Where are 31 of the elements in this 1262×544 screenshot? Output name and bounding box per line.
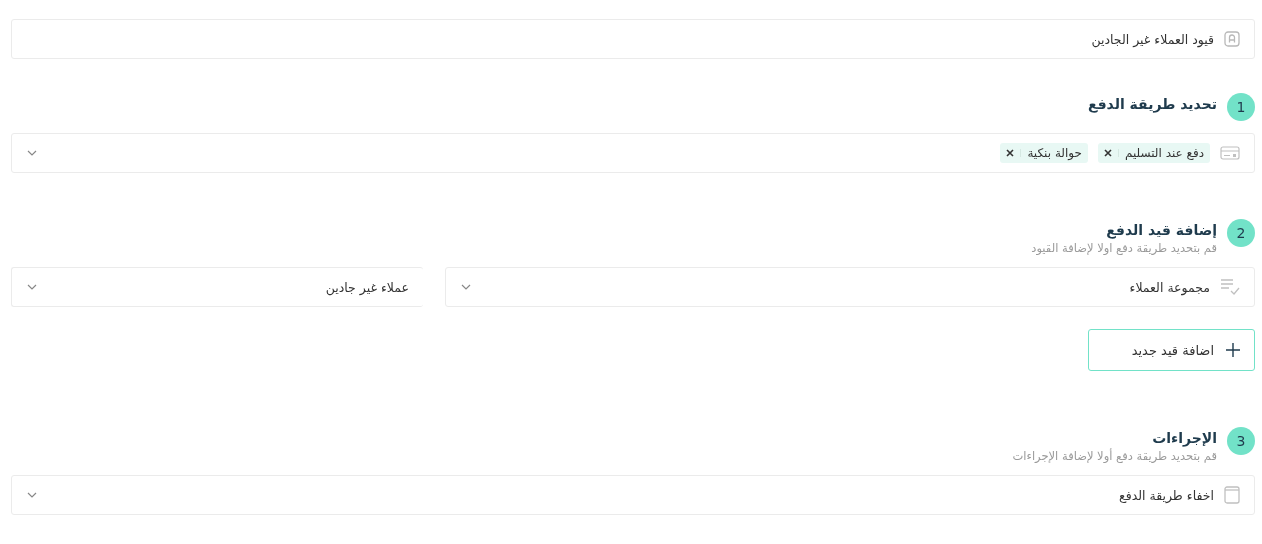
card-icon [1220, 146, 1240, 160]
field-value: قيود العملاء غير الجادين [1091, 31, 1214, 47]
action-select[interactable]: اخفاء طريقة الدفع [11, 475, 1255, 515]
tag-label: دفع عند التسليم [1124, 146, 1204, 160]
section-title: إضافة قيد الدفع [1105, 222, 1217, 238]
select-value: مجموعة العملاء [1129, 279, 1210, 295]
text-field-icon [1224, 31, 1240, 47]
plus-icon [1226, 343, 1240, 357]
select-value: اخفاء طريقة الدفع [1119, 487, 1214, 503]
select-value: عملاء غير جادين [325, 279, 409, 295]
remove-icon[interactable] [1103, 149, 1119, 157]
step-number: 2 [1227, 219, 1255, 247]
checkbox-icon [1224, 486, 1240, 504]
section-hint: قم بتحديد طريقة دفع اولا لإضافة القيود [1031, 241, 1217, 255]
chevron-down-icon [461, 284, 471, 290]
condition-value-select[interactable]: عملاء غير جادين [11, 267, 423, 307]
payment-method-select[interactable]: دفع عند التسليم حوالة بنكية [11, 133, 1255, 173]
condition-field-select[interactable]: مجموعة العملاء [445, 267, 1255, 307]
checklist-icon [1220, 278, 1240, 296]
add-constraint-button[interactable]: اضافة قيد جديد [1088, 329, 1255, 371]
section-title: الإجراءات [1151, 430, 1217, 446]
section-hint: قم بتحديد طريقة دفع أولا لإضافة الإجراءات [1012, 449, 1217, 463]
chevron-down-icon [27, 150, 37, 156]
name-field[interactable]: قيود العملاء غير الجادين [11, 19, 1255, 59]
chevron-down-icon [27, 492, 37, 498]
remove-icon[interactable] [1006, 149, 1022, 157]
chevron-down-icon [27, 284, 37, 290]
section-title: تحديد طريقة الدفع [1087, 96, 1217, 112]
step-number: 1 [1227, 93, 1255, 121]
step-number: 3 [1227, 427, 1255, 455]
tag-label: حوالة بنكية [1027, 146, 1082, 160]
